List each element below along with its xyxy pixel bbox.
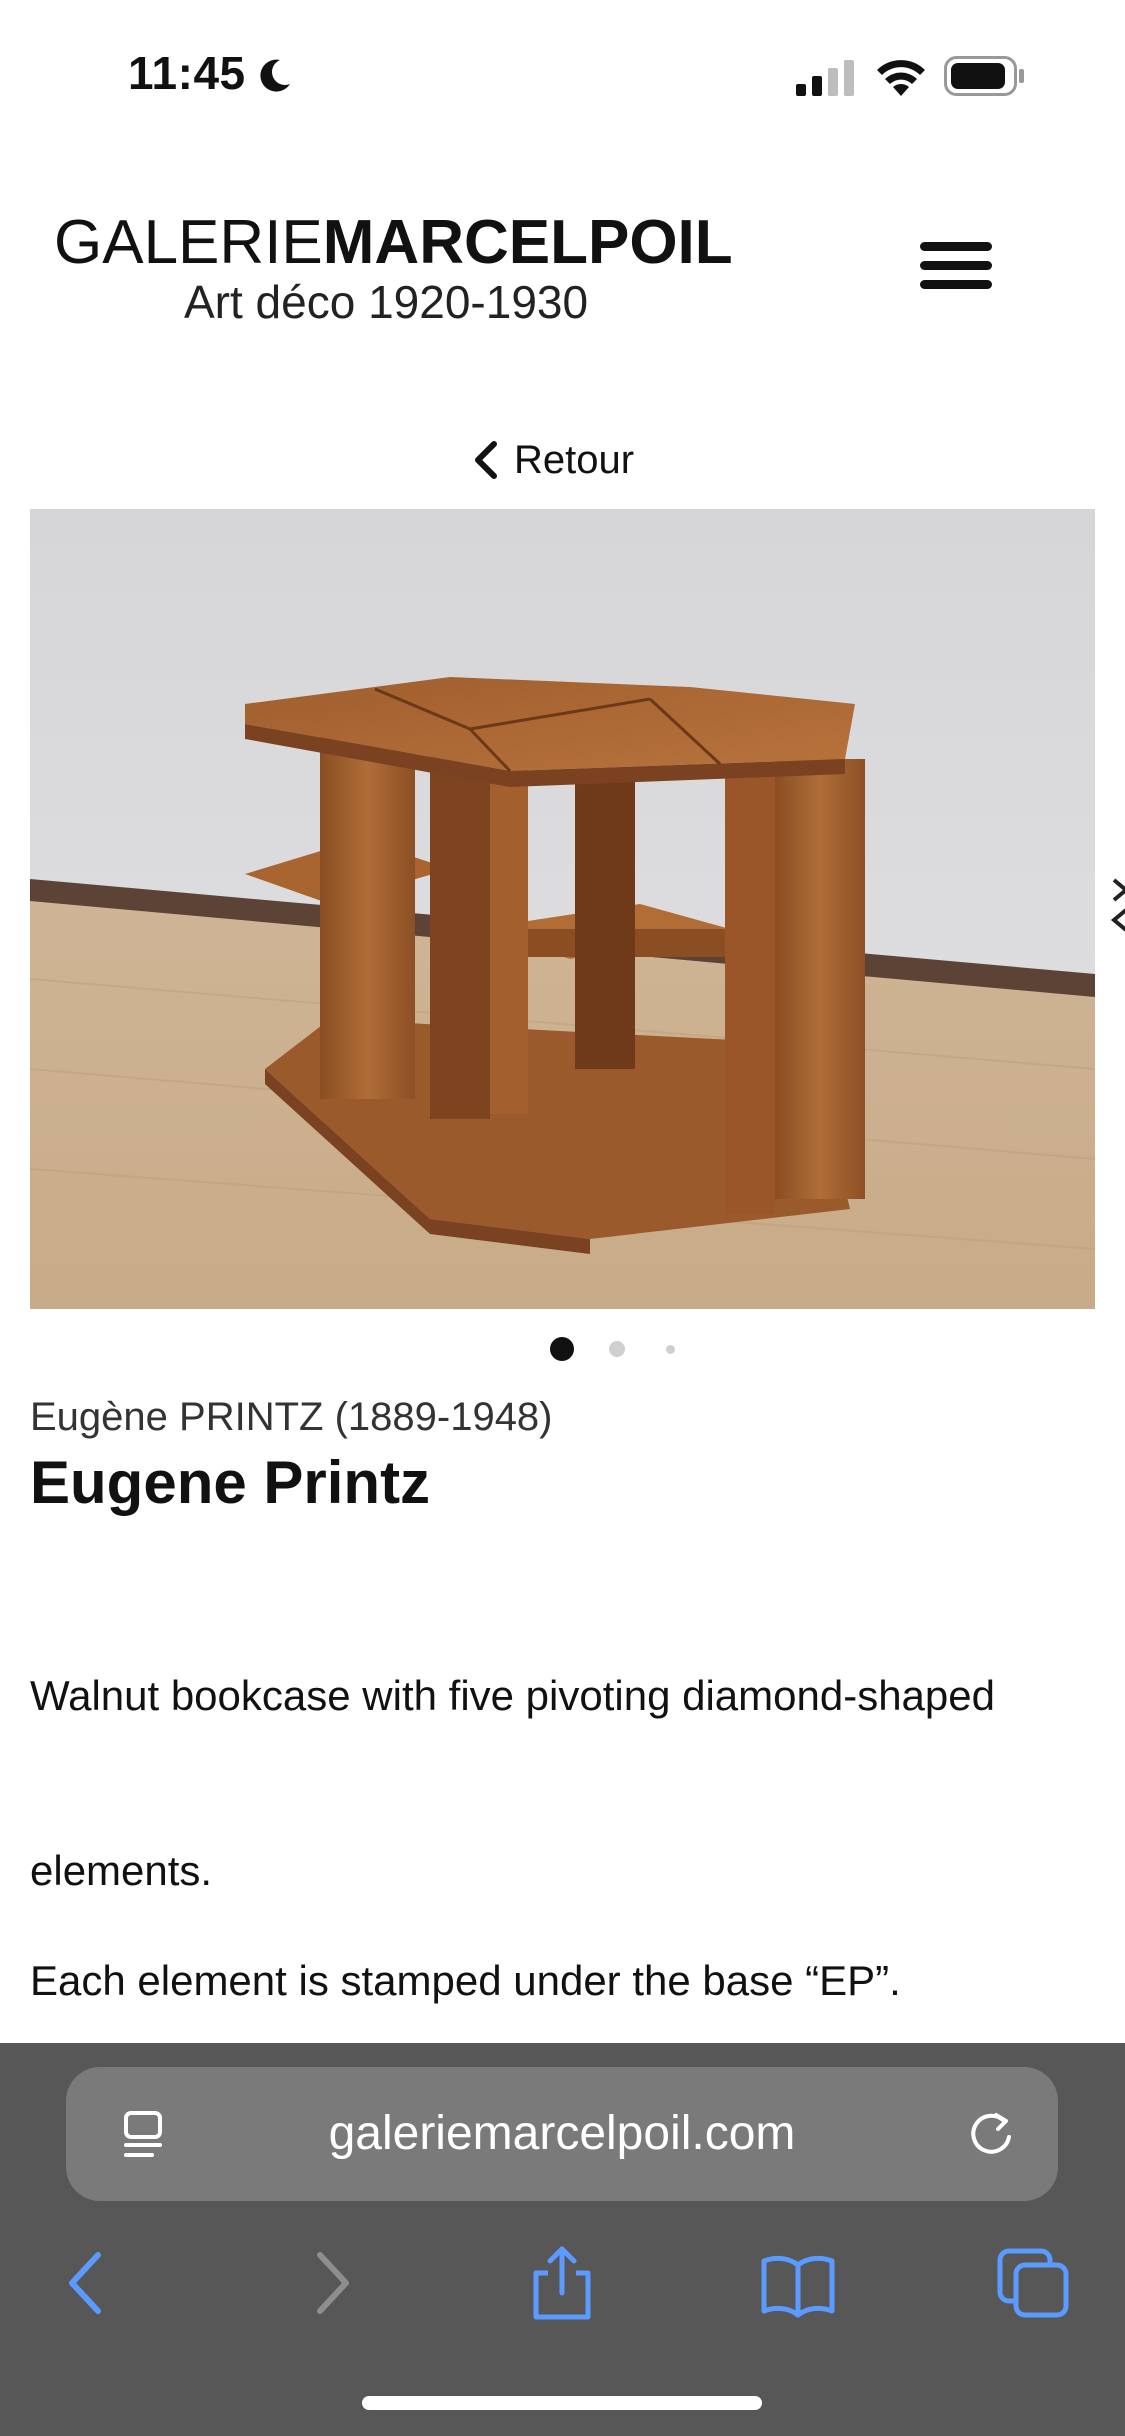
brand-tagline: Art déco 1920-1930 xyxy=(184,276,589,328)
product-title: Eugene Printz xyxy=(30,1449,431,1516)
back-icon[interactable] xyxy=(48,2243,128,2323)
battery-icon xyxy=(944,56,1024,96)
moon-icon xyxy=(260,59,290,92)
brand-name-bold: MARCELPOIL xyxy=(322,208,733,277)
browser-toolbar: galeriemarcelpoil.com xyxy=(0,2043,1125,2436)
forward-icon[interactable] xyxy=(290,2243,370,2323)
bookmarks-icon[interactable] xyxy=(758,2243,838,2323)
url-text: galeriemarcelpoil.com xyxy=(328,2107,796,2160)
status-bar: 11:45 xyxy=(0,0,1125,150)
status-time: 11:45 xyxy=(128,47,246,99)
product-description-3: Each element is stamped under the base “… xyxy=(30,1957,901,2004)
carousel-dot[interactable] xyxy=(609,1341,625,1357)
address-bar[interactable]: galeriemarcelpoil.com xyxy=(66,2067,1058,2201)
brand-name: GALERIEMARCELPOIL xyxy=(54,210,744,276)
chevron-left-icon xyxy=(475,441,497,479)
product-image[interactable] xyxy=(30,509,1095,1309)
reload-icon[interactable] xyxy=(964,2107,1018,2161)
tabs-icon[interactable] xyxy=(994,2243,1074,2323)
share-icon[interactable] xyxy=(522,2243,602,2323)
carousel-dot[interactable] xyxy=(550,1337,574,1361)
carousel-dots xyxy=(0,1336,1125,1362)
home-indicator[interactable] xyxy=(362,2396,762,2410)
cellular-signal-icon xyxy=(796,60,854,96)
hamburger-menu-icon[interactable] xyxy=(920,242,992,300)
wifi-icon xyxy=(877,60,925,96)
chevron-right-icon[interactable] xyxy=(1110,870,1125,940)
back-link[interactable]: Retour xyxy=(472,432,634,488)
product-designer: Eugène PRINTZ (1889-1948) xyxy=(30,1395,553,1439)
back-link-label: Retour xyxy=(514,437,635,482)
product-description-2: elements. xyxy=(30,1847,213,1894)
product-description-1: Walnut bookcase with five pivoting diamo… xyxy=(30,1672,995,1719)
brand-logo[interactable]: GALERIEMARCELPOIL Art déco 1920-1930 xyxy=(54,210,744,335)
carousel-dot[interactable] xyxy=(666,1345,675,1354)
brand-name-light: GALERIE xyxy=(54,208,323,277)
page: 11:45 GALERIEMARCELPOIL Art déco 1920-19… xyxy=(0,0,1125,2436)
